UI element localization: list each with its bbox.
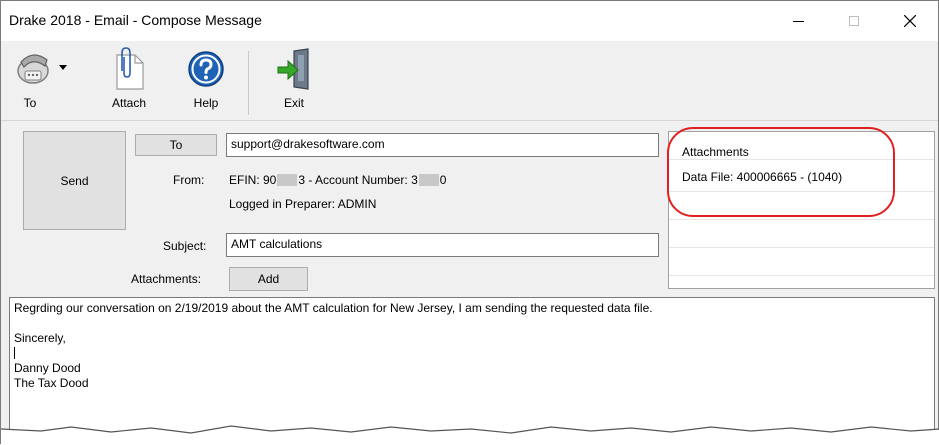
from-account-suffix: 0 <box>439 173 447 187</box>
attachments-label: Attachments: <box>131 272 202 286</box>
message-line <box>14 316 930 331</box>
fax-phone-icon <box>17 54 49 84</box>
send-button[interactable]: Send <box>23 131 126 230</box>
from-value: EFIN: 90 3 - Account Number: 3 0 <box>229 173 446 187</box>
attachment-highlight-circle <box>667 127 895 217</box>
message-line: Regrding our conversation on 2/19/2019 a… <box>14 301 653 315</box>
dropdown-arrow-icon[interactable] <box>59 65 67 70</box>
message-line <box>14 346 930 361</box>
torn-edge-decoration <box>1 425 939 445</box>
close-button[interactable] <box>887 1 933 41</box>
to-button[interactable]: To <box>135 134 217 156</box>
add-button-label: Add <box>257 272 280 286</box>
help-toolbar-label: Help <box>193 96 219 110</box>
message-line: Sincerely, <box>14 331 66 345</box>
redacted-block <box>418 174 439 186</box>
compose-window: Drake 2018 - Email - Compose Message To … <box>0 0 939 445</box>
add-attachment-button[interactable]: Add <box>229 267 308 291</box>
to-toolbar-label: To <box>23 96 37 110</box>
paperclip-icon <box>116 47 144 90</box>
attach-toolbar-label: Attach <box>111 96 147 110</box>
redacted-block <box>277 174 298 186</box>
message-line: Danny Dood <box>14 361 81 375</box>
window-title: Drake 2018 - Email - Compose Message <box>9 12 262 28</box>
exit-toolbar-button[interactable]: Exit <box>269 45 319 117</box>
subject-field-value: AMT calculations <box>231 237 323 251</box>
subject-field[interactable]: AMT calculations <box>226 233 659 257</box>
to-field[interactable]: support@drakesoftware.com <box>226 133 659 157</box>
help-toolbar-button[interactable]: Help <box>181 45 231 117</box>
minimize-button[interactable] <box>775 1 821 41</box>
maximize-icon <box>849 16 859 26</box>
from-efin-prefix: EFIN: 90 <box>229 173 277 187</box>
attach-toolbar-button[interactable]: Attach <box>101 45 157 117</box>
to-button-label: To <box>169 138 183 152</box>
exit-door-icon <box>277 48 309 90</box>
message-line: The Tax Dood <box>14 376 89 390</box>
close-icon <box>904 15 916 27</box>
attachment-empty-row <box>669 220 934 248</box>
help-icon <box>188 51 224 87</box>
toolbar: To Attach Help Exit <box>1 41 938 121</box>
exit-toolbar-label: Exit <box>283 96 304 110</box>
from-efin-suffix: 3 - Account Number: 3 <box>298 173 418 187</box>
send-button-label: Send <box>60 173 89 188</box>
to-toolbar-button[interactable]: To <box>7 45 67 117</box>
maximize-button[interactable] <box>831 1 877 41</box>
to-field-value: support@drakesoftware.com <box>231 137 385 151</box>
minimize-icon <box>792 20 804 22</box>
attachment-empty-row <box>669 248 934 276</box>
from-label: From: <box>173 173 205 187</box>
logged-in-preparer: Logged in Preparer: ADMIN <box>229 197 377 211</box>
title-bar: Drake 2018 - Email - Compose Message <box>1 1 938 41</box>
text-caret <box>14 347 15 359</box>
subject-label: Subject: <box>163 239 207 253</box>
toolbar-separator <box>248 51 249 115</box>
